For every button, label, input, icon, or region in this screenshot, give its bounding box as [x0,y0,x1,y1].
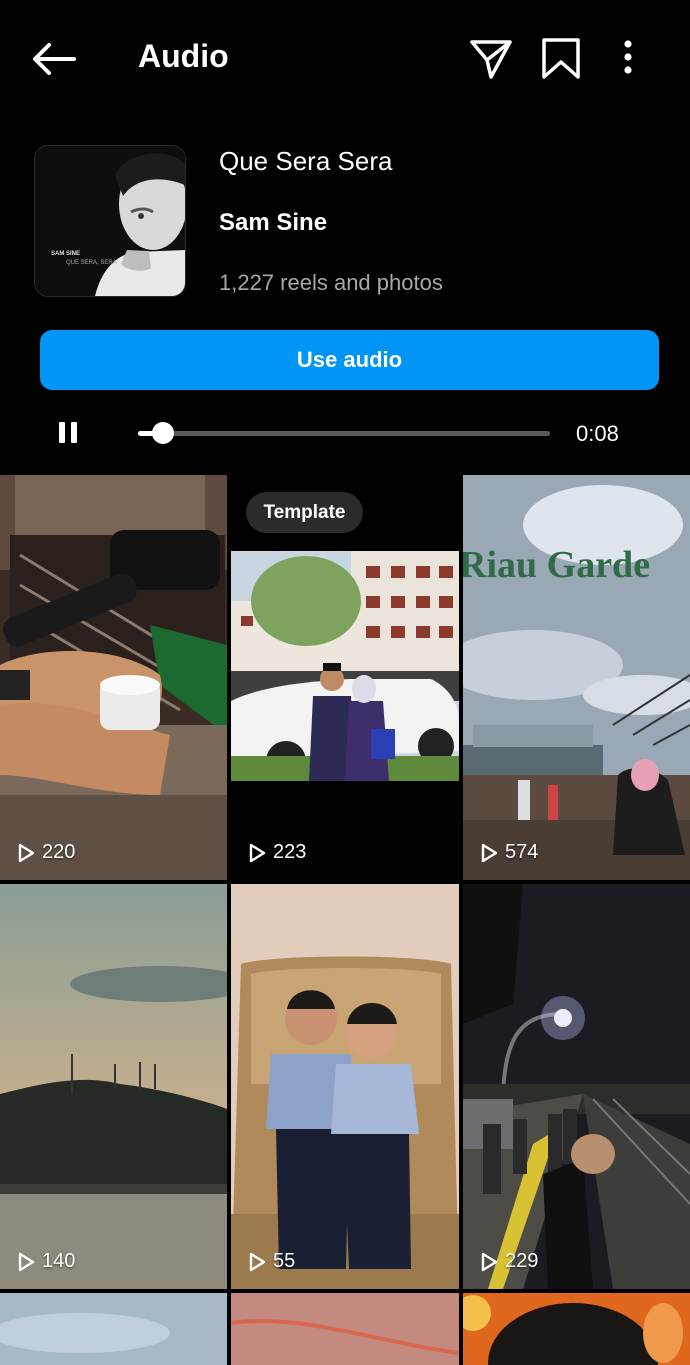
reels-count: 1,227 reels and photos [219,270,443,295]
view-count: 140 [16,1250,75,1273]
reel-tile-portrait[interactable] [463,1293,690,1365]
bookmark-icon [542,38,580,79]
reel-tile-riau-garden[interactable]: Riau Garde 574 [463,475,690,880]
album-cover: SAM SINE QUE SERA, SERA [34,145,186,297]
svg-text:Riau Garde: Riau Garde [463,544,650,586]
view-count: 220 [16,841,75,864]
save-button[interactable] [538,36,584,82]
more-vertical-icon [624,40,632,74]
playback-time: 0:08 [576,421,619,446]
reel-tile-sunset-hill[interactable]: 140 [0,884,227,1289]
reel-thumbnail [231,884,459,1289]
top-bar: Audio [0,0,690,116]
arrow-left-icon [33,43,76,75]
play-icon [481,843,498,862]
reel-thumbnail [0,884,227,1289]
reel-thumbnail [0,475,227,880]
use-audio-button[interactable]: Use audio [40,330,659,390]
artist-portrait-image [35,146,185,296]
reel-tile-sunset-sky[interactable] [231,1293,459,1365]
song-title: Que Sera Sera [219,146,393,176]
reel-tile-couple[interactable]: 223 [231,475,459,880]
audio-progress-slider[interactable] [138,422,550,444]
reel-thumbnail [231,1293,459,1365]
share-button[interactable] [468,36,514,82]
reel-thumbnail [231,551,459,781]
play-icon [18,843,35,862]
pause-icon [59,422,65,443]
pause-button[interactable] [56,420,82,446]
reel-tile-coffee[interactable]: 220 [0,475,227,880]
page-title: Audio [138,38,229,74]
artist-name[interactable]: Sam Sine [219,209,327,237]
reel-tile-train-station[interactable]: 229 [463,884,690,1289]
back-button[interactable] [28,38,78,80]
play-icon [481,1252,498,1271]
view-count: 229 [479,1250,538,1273]
more-options-button[interactable] [606,36,652,82]
reel-thumbnail: Riau Garde [463,475,690,880]
reel-tile-sky[interactable] [0,1293,227,1365]
reel-thumbnail [463,884,690,1289]
send-icon [470,40,512,79]
play-icon [249,843,266,862]
view-count: 574 [479,841,538,864]
view-count: 55 [247,1250,295,1273]
reel-thumbnail [463,1293,690,1365]
view-count: 223 [247,841,306,864]
reel-tile-kids[interactable]: 55 [231,884,459,1289]
album-text: SAM SINE QUE SERA, SERA [51,251,117,266]
template-badge[interactable]: Template [246,492,363,533]
play-icon [18,1252,35,1271]
reel-thumbnail [0,1293,227,1365]
progress-thumb[interactable] [151,422,174,444]
play-icon [249,1252,266,1271]
